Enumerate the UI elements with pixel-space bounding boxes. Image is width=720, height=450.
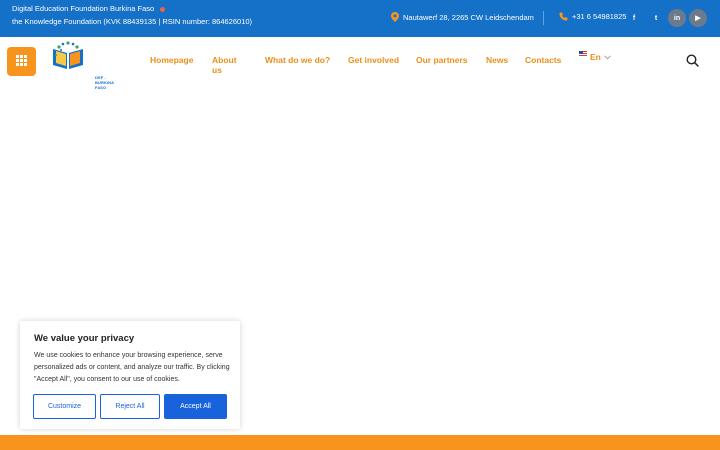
search-icon[interactable] [686, 54, 699, 72]
footer-strip [0, 435, 720, 450]
reject-all-button[interactable]: Reject All [100, 394, 160, 419]
youtube-icon[interactable]: ▶ [689, 9, 707, 27]
logo-icon [53, 41, 83, 69]
us-flag-icon [579, 51, 587, 57]
status-dot [160, 6, 166, 12]
nav-contacts[interactable]: Contacts [525, 55, 561, 65]
map-pin-icon [391, 12, 399, 22]
customize-button[interactable]: Customize [33, 394, 96, 419]
nav-what-do-we-do[interactable]: What do we do? [265, 55, 330, 65]
phone-icon [559, 12, 568, 21]
nav-news[interactable]: News [486, 55, 508, 65]
nav-our-partners[interactable]: Our partners [416, 55, 468, 65]
language-label: En [590, 52, 601, 62]
top-bar: Digital Education Foundation Burkina Fas… [0, 0, 720, 37]
nav-get-involved[interactable]: Get involved [348, 55, 399, 65]
main-header: DEF - BURKINA FASO Homepage About us Wha… [0, 37, 720, 90]
chevron-down-icon [604, 52, 611, 62]
cookie-text: We use cookies to enhance your browsing … [34, 352, 230, 383]
address[interactable]: Nautawerf 28, 2265 CW Leidschendam [391, 12, 534, 22]
cookie-consent-banner: We value your privacy We use cookies to … [20, 321, 240, 429]
grid-icon [16, 53, 27, 71]
cookie-title: We value your privacy [34, 333, 135, 344]
phone-text: +31 6 54981825 [572, 12, 627, 21]
facebook-icon[interactable]: f [625, 9, 643, 27]
menu-button[interactable] [7, 47, 36, 76]
org-name: Digital Education Foundation Burkina Fas… [12, 4, 155, 13]
org-detail: the Knowledge Foundation (KVK 88439135 |… [12, 17, 253, 26]
phone[interactable]: +31 6 54981825 [559, 12, 626, 21]
linkedin-icon[interactable]: in [668, 9, 686, 27]
logo-text: DEF - BURKINA FASO [95, 75, 114, 90]
divider [543, 11, 544, 25]
nav-homepage[interactable]: Homepage [150, 55, 193, 65]
twitter-icon[interactable]: t [647, 9, 665, 27]
org-info: Digital Education Foundation Burkina Fas… [12, 2, 252, 28]
accept-all-button[interactable]: Accept All [164, 394, 227, 419]
logo[interactable]: DEF - BURKINA FASO [47, 41, 114, 90]
language-selector[interactable]: En [579, 51, 611, 62]
nav-about-us[interactable]: About us [212, 55, 237, 75]
address-text: Nautawerf 28, 2265 CW Leidschendam [403, 12, 534, 22]
